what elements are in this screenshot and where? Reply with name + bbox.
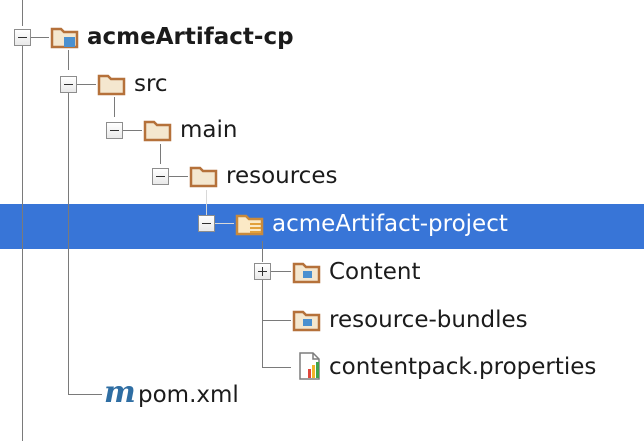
tree-row-content[interactable] (0, 251, 644, 297)
tree-line (262, 279, 263, 367)
tree-label-acmeArtifact-project: acmeArtifact-project (272, 211, 508, 237)
resource-folder-icon (292, 310, 321, 332)
tree-line (206, 190, 207, 215)
folder-icon (143, 120, 172, 142)
expand-toggle-content[interactable] (254, 263, 271, 280)
tree-row-resource-bundles[interactable] (0, 298, 644, 344)
folder-icon (97, 74, 126, 96)
module-folder-icon (50, 27, 79, 49)
folder-icon (189, 166, 218, 188)
tree-label-pom-xml: pom.xml (138, 382, 239, 408)
collapse-toggle-main[interactable] (106, 122, 123, 139)
tree-line (68, 92, 69, 394)
tree-line (215, 223, 234, 224)
tree-label-acmeArtifact-cp: acmeArtifact-cp (87, 24, 294, 50)
tree-line (68, 50, 69, 70)
tree-line (262, 241, 263, 262)
resource-folder-icon (292, 262, 321, 284)
maven-icon: m (104, 375, 136, 410)
tree-line (262, 320, 291, 321)
tree-line (31, 37, 49, 38)
collapse-toggle-acmeArtifact-cp[interactable] (14, 29, 31, 46)
tree-line (77, 84, 96, 85)
tree-line (262, 367, 291, 368)
tree-line (114, 97, 115, 117)
tree-row-pom-xml[interactable] (0, 385, 644, 431)
tree-line (169, 176, 188, 177)
tree-label-main: main (180, 117, 238, 143)
properties-file-icon (299, 352, 320, 380)
tree-row-main[interactable] (0, 106, 644, 152)
project-tree: acmeArtifact-cp src main resources acmeA… (0, 0, 644, 441)
tree-label-resource-bundles: resource-bundles (329, 307, 528, 333)
tree-line (123, 130, 142, 131)
collapse-toggle-acmeArtifact-project[interactable] (198, 215, 215, 232)
tree-label-content: Content (329, 259, 421, 285)
collapse-toggle-src[interactable] (60, 76, 77, 93)
tree-line (22, 0, 23, 26)
tree-line (271, 271, 291, 272)
tree-line (68, 394, 102, 395)
collapse-toggle-resources[interactable] (152, 168, 169, 185)
tree-label-contentpack-properties: contentpack.properties (329, 354, 597, 380)
tree-label-src: src (134, 71, 168, 97)
tree-line (160, 144, 161, 164)
resource-root-folder-icon (235, 214, 264, 236)
tree-label-resources: resources (226, 163, 338, 189)
tree-line (22, 45, 23, 441)
